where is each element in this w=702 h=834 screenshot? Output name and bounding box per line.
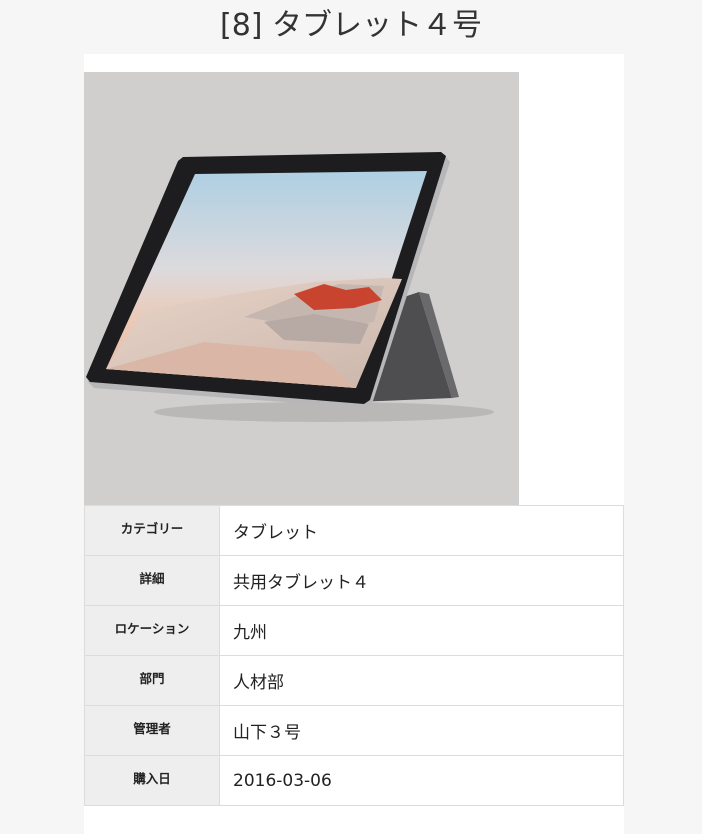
table-row: 部門 人材部 <box>84 655 624 706</box>
row-label-purchase-date: 購入日 <box>84 755 220 806</box>
row-value-details: 共用タブレット４ <box>219 555 624 606</box>
row-value-purchase-date: 2016-03-06 <box>219 755 624 806</box>
tablet-illustration <box>86 152 494 422</box>
table-row: 管理者 山下３号 <box>84 705 624 756</box>
row-label-location: ロケーション <box>84 605 220 656</box>
table-row: 購入日 2016-03-06 <box>84 755 624 806</box>
item-detail-card: カテゴリー タブレット 詳細 共用タブレット４ ロケーション 九州 部門 人材部… <box>84 54 624 834</box>
product-image <box>84 72 519 505</box>
table-row: ロケーション 九州 <box>84 605 624 656</box>
row-value-manager: 山下３号 <box>219 705 624 756</box>
details-table: カテゴリー タブレット 詳細 共用タブレット４ ロケーション 九州 部門 人材部… <box>84 505 624 806</box>
row-value-department: 人材部 <box>219 655 624 706</box>
row-value-category: タブレット <box>219 505 624 556</box>
page-title: [8] タブレット４号 <box>219 8 483 43</box>
row-label-category: カテゴリー <box>84 505 220 556</box>
row-value-location: 九州 <box>219 605 624 656</box>
row-label-department: 部門 <box>84 655 220 706</box>
row-label-details: 詳細 <box>84 555 220 606</box>
row-label-manager: 管理者 <box>84 705 220 756</box>
table-row: 詳細 共用タブレット４ <box>84 555 624 606</box>
table-row: カテゴリー タブレット <box>84 505 624 556</box>
